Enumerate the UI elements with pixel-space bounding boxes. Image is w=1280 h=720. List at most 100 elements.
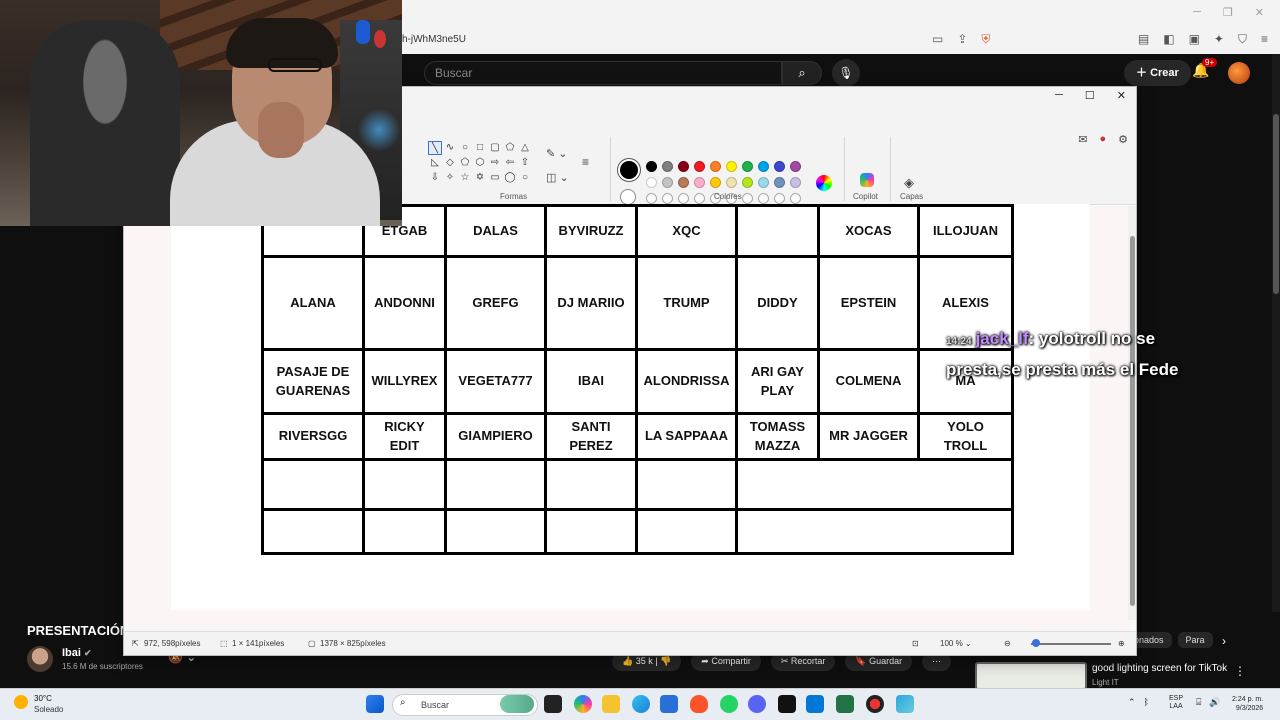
fill-icon[interactable]: ◫ ⌄	[546, 171, 569, 184]
discord-icon[interactable]	[748, 695, 766, 713]
arrow-up-shape-icon[interactable]: ⇧	[518, 156, 532, 170]
thumbs-down-icon[interactable]: 👎	[660, 656, 671, 666]
vpn-icon[interactable]: ⛉	[1238, 32, 1247, 47]
arrow-right-shape-icon[interactable]: ⇨	[488, 156, 502, 170]
custom-color-slot[interactable]	[774, 193, 785, 204]
file-explorer-icon[interactable]	[602, 695, 620, 713]
oval-shape-icon[interactable]: ○	[458, 141, 472, 155]
color-swatch[interactable]	[646, 177, 657, 188]
color-swatch[interactable]	[646, 161, 657, 172]
chevron-up-icon[interactable]: ⌃	[1128, 697, 1136, 708]
rounded-rect-shape-icon[interactable]: ▢	[488, 141, 502, 155]
account-avatar[interactable]	[1228, 62, 1250, 84]
color-swatch[interactable]	[742, 177, 753, 188]
arrow-left-shape-icon[interactable]: ⇦	[503, 156, 517, 170]
edit-colors-icon[interactable]	[816, 175, 832, 191]
custom-color-slot[interactable]	[758, 193, 769, 204]
page-scrollbar-thumb[interactable]	[1273, 114, 1279, 294]
canvas-scrollbar[interactable]	[1128, 206, 1136, 620]
color-swatch[interactable]	[694, 177, 705, 188]
line-shape-icon[interactable]: ╲	[428, 141, 442, 155]
color-swatch[interactable]	[694, 161, 705, 172]
star5-shape-icon[interactable]: ☆	[458, 171, 472, 185]
channel-avatar[interactable]	[27, 646, 53, 672]
volume-icon[interactable]: 🔊	[1209, 697, 1220, 708]
comment-icon[interactable]: ✉	[1078, 133, 1087, 146]
color-swatch[interactable]	[758, 177, 769, 188]
custom-color-slot[interactable]	[662, 193, 673, 204]
recommended-video-channel[interactable]: Light IT	[1092, 678, 1119, 687]
primary-color-swatch[interactable]	[620, 161, 638, 179]
store-icon[interactable]	[660, 695, 678, 713]
zoom-slider[interactable]	[1031, 643, 1111, 645]
polygon-shape-icon[interactable]: ⬠	[503, 141, 517, 155]
sun-icon[interactable]	[14, 695, 28, 709]
sidebar-icon[interactable]: ◧	[1163, 32, 1174, 47]
color-swatch[interactable]	[710, 177, 721, 188]
callout-rect-shape-icon[interactable]: ▭	[488, 171, 502, 185]
clock[interactable]: 2:24 p. m. 9/3/2026	[1232, 695, 1263, 713]
close-icon[interactable]: ✕	[1117, 89, 1126, 102]
bluetooth-icon[interactable]: ᛒ	[1144, 697, 1149, 708]
color-swatch[interactable]	[726, 177, 737, 188]
color-swatch[interactable]	[758, 161, 769, 172]
start-button-icon[interactable]	[366, 695, 384, 713]
triangle-shape-icon[interactable]: △	[518, 141, 532, 155]
paint-app-icon[interactable]	[896, 695, 914, 713]
star6-shape-icon[interactable]: ✡	[473, 171, 487, 185]
diamond-shape-icon[interactable]: ◇	[443, 156, 457, 170]
weather-temperature[interactable]: 30°C	[34, 694, 52, 703]
secondary-color-swatch[interactable]	[620, 189, 636, 205]
zoom-slider-knob[interactable]	[1032, 639, 1040, 647]
chip-para-ti[interactable]: Para	[1177, 632, 1213, 648]
create-button[interactable]: ＋ Crear	[1124, 60, 1191, 86]
color-swatch[interactable]	[742, 161, 753, 172]
color-swatch[interactable]	[774, 161, 785, 172]
recommended-video-thumbnail[interactable]	[975, 662, 1087, 690]
canvas-scrollbar-thumb[interactable]	[1130, 236, 1135, 606]
network-icon[interactable]: ⌸	[1196, 697, 1201, 708]
recommended-video-title[interactable]: good lighting screen for TikTok	[1092, 663, 1227, 674]
pentagon-shape-icon[interactable]: ⬠	[458, 156, 472, 170]
wallet-icon[interactable]: ▣	[1189, 32, 1200, 47]
star4-shape-icon[interactable]: ✧	[443, 171, 457, 185]
color-swatch[interactable]	[774, 177, 785, 188]
arrow-down-shape-icon[interactable]: ⇩	[428, 171, 442, 185]
color-swatch[interactable]	[710, 161, 721, 172]
custom-color-slot[interactable]	[646, 193, 657, 204]
stroke-size-icon[interactable]: ≡	[582, 155, 589, 169]
custom-color-slot[interactable]	[790, 193, 801, 204]
settings-gear-icon[interactable]: ⚙	[1118, 133, 1128, 146]
voice-search-button[interactable]: 🎙	[832, 59, 860, 87]
color-swatch[interactable]	[678, 177, 689, 188]
right-triangle-shape-icon[interactable]: ◺	[428, 156, 442, 170]
install-app-icon[interactable]: ▭	[932, 32, 943, 47]
input-language[interactable]: ESP LAA	[1169, 695, 1183, 712]
search-input[interactable]: Buscar	[424, 61, 782, 85]
hexagon-shape-icon[interactable]: ⬡	[473, 156, 487, 170]
color-swatch[interactable]	[662, 161, 673, 172]
whatsapp-icon[interactable]	[720, 695, 738, 713]
kebab-menu-icon[interactable]: ⋮	[1234, 664, 1246, 678]
minimize-icon[interactable]: ─	[1055, 89, 1063, 102]
excel-icon[interactable]	[836, 695, 854, 713]
color-swatch[interactable]	[726, 161, 737, 172]
leo-icon[interactable]: ✦	[1214, 32, 1224, 47]
outline-icon[interactable]: ✎ ⌄	[546, 147, 568, 160]
color-swatch[interactable]	[662, 177, 673, 188]
profile-icon[interactable]: ●	[1099, 133, 1106, 146]
callout-cloud-shape-icon[interactable]: ○	[518, 171, 532, 185]
custom-color-slot[interactable]	[694, 193, 705, 204]
outlook-icon[interactable]	[806, 695, 824, 713]
color-swatch[interactable]	[678, 161, 689, 172]
fit-to-window-icon[interactable]: ⊡	[912, 639, 919, 648]
copilot-icon[interactable]	[860, 173, 874, 187]
tiktok-icon[interactable]	[778, 695, 796, 713]
address-bar-url[interactable]: h-jWhM3ne5U	[402, 34, 466, 45]
page-scrollbar[interactable]	[1272, 54, 1280, 694]
weather-condition[interactable]: Soleado	[34, 705, 63, 714]
zoom-level-dropdown[interactable]: 100 % ⌄	[940, 639, 972, 648]
color-swatch[interactable]	[790, 177, 801, 188]
search-button[interactable]: ⌕	[782, 61, 822, 85]
curve-shape-icon[interactable]: ∿	[443, 141, 457, 155]
